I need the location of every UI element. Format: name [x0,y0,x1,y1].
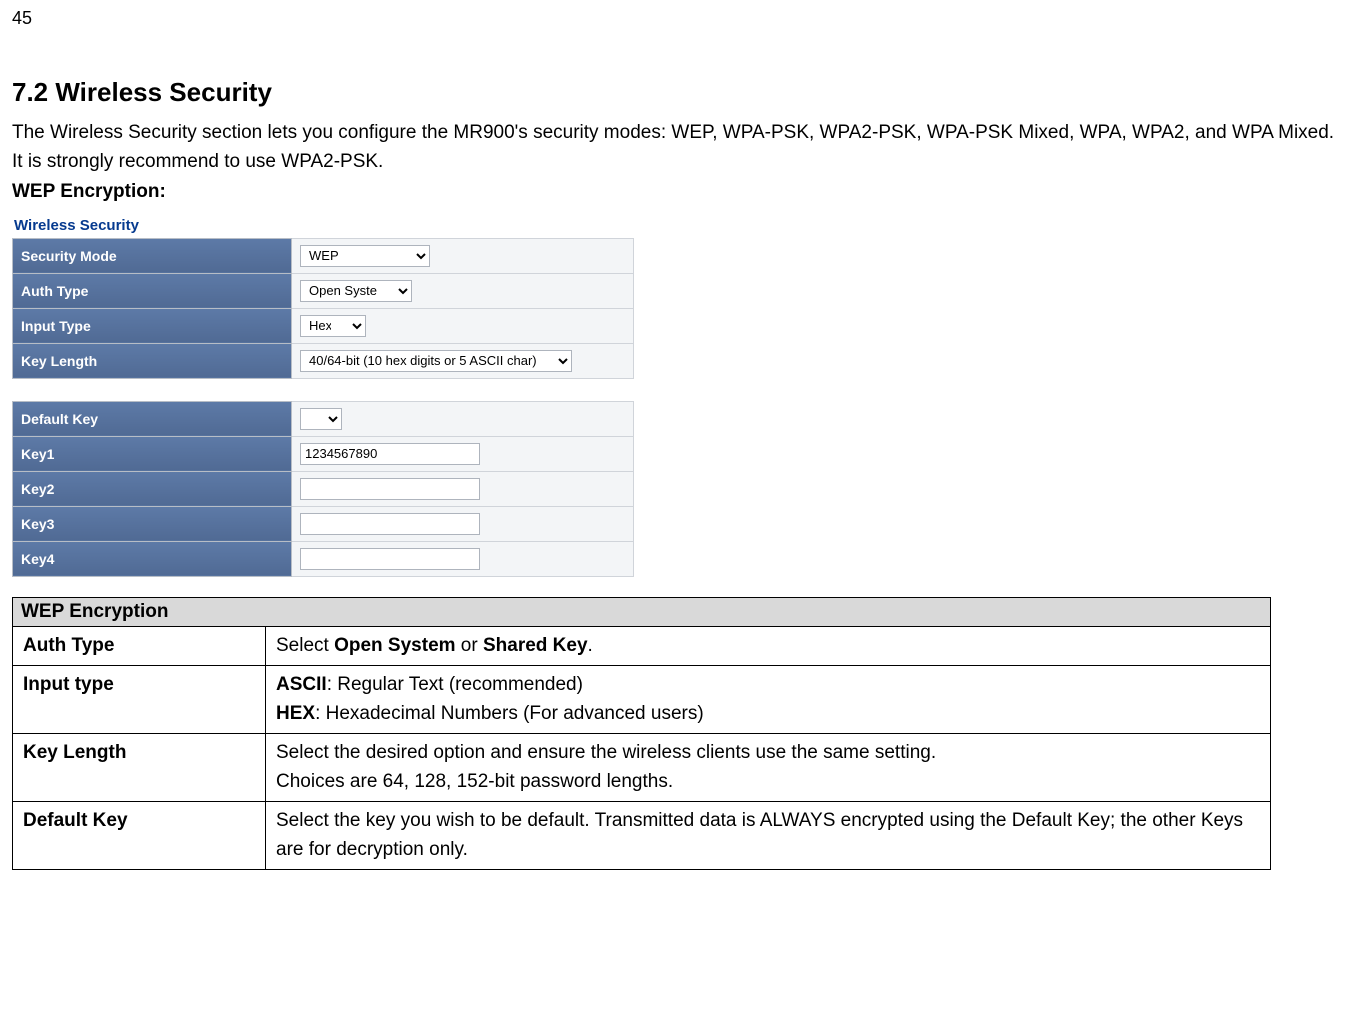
row-key-length: Key Length 40/64-bit (10 hex digits or 5… [13,343,634,378]
row-auth-type: Auth Type Open System [13,273,634,308]
label-key1: Key1 [13,436,292,471]
desc-text-auth-type: Select Open System or Shared Key. [266,626,1271,666]
key2-input[interactable] [300,478,480,500]
intro-paragraph: The Wireless Security section lets you c… [12,118,1336,177]
label-auth-type: Auth Type [13,273,292,308]
desc-row-input-type: Input type ASCII: Regular Text (recommen… [13,666,1271,734]
key-length-select[interactable]: 40/64-bit (10 hex digits or 5 ASCII char… [300,350,572,372]
desc-text-input-type: ASCII: Regular Text (recommended) HEX: H… [266,666,1271,734]
page-number: 45 [12,8,1336,29]
security-mode-select[interactable]: WEP [300,245,430,267]
label-key4: Key4 [13,541,292,576]
wep-description-table: WEP Encryption Auth Type Select Open Sys… [12,597,1271,871]
desc-label-key-length: Key Length [13,734,266,802]
key4-input[interactable] [300,548,480,570]
row-key3: Key3 [13,506,634,541]
section-title: 7.2 Wireless Security [12,77,1336,108]
row-security-mode: Security Mode WEP [13,238,634,273]
panel-title: Wireless Security [14,217,634,234]
auth-type-select[interactable]: Open System [300,280,412,302]
wep-encryption-subhead: WEP Encryption: [12,181,1336,203]
row-key4: Key4 [13,541,634,576]
desc-row-key-length: Key Length Select the desired option and… [13,734,1271,802]
label-security-mode: Security Mode [13,238,292,273]
label-key2: Key2 [13,471,292,506]
label-input-type: Input Type [13,308,292,343]
desc-row-default-key: Default Key Select the key you wish to b… [13,802,1271,870]
wireless-security-screenshot: Wireless Security Security Mode WEP Auth… [12,217,634,577]
desc-label-auth-type: Auth Type [13,626,266,666]
desc-row-auth-type: Auth Type Select Open System or Shared K… [13,626,1271,666]
desc-text-key-length: Select the desired option and ensure the… [266,734,1271,802]
label-key-length: Key Length [13,343,292,378]
row-key1: Key1 [13,436,634,471]
settings-table-top: Security Mode WEP Auth Type Open System … [12,238,634,379]
input-type-select[interactable]: Hex [300,315,366,337]
row-input-type: Input Type Hex [13,308,634,343]
label-default-key: Default Key [13,401,292,436]
desc-label-default-key: Default Key [13,802,266,870]
desc-header: WEP Encryption [13,597,1271,626]
key3-input[interactable] [300,513,480,535]
settings-table-keys: Default Key 1 Key1 Key2 Key3 Key4 [12,401,634,577]
row-default-key: Default Key 1 [13,401,634,436]
key1-input[interactable] [300,443,480,465]
desc-label-input-type: Input type [13,666,266,734]
label-key3: Key3 [13,506,292,541]
desc-text-default-key: Select the key you wish to be default. T… [266,802,1271,870]
default-key-select[interactable]: 1 [300,408,342,430]
row-key2: Key2 [13,471,634,506]
